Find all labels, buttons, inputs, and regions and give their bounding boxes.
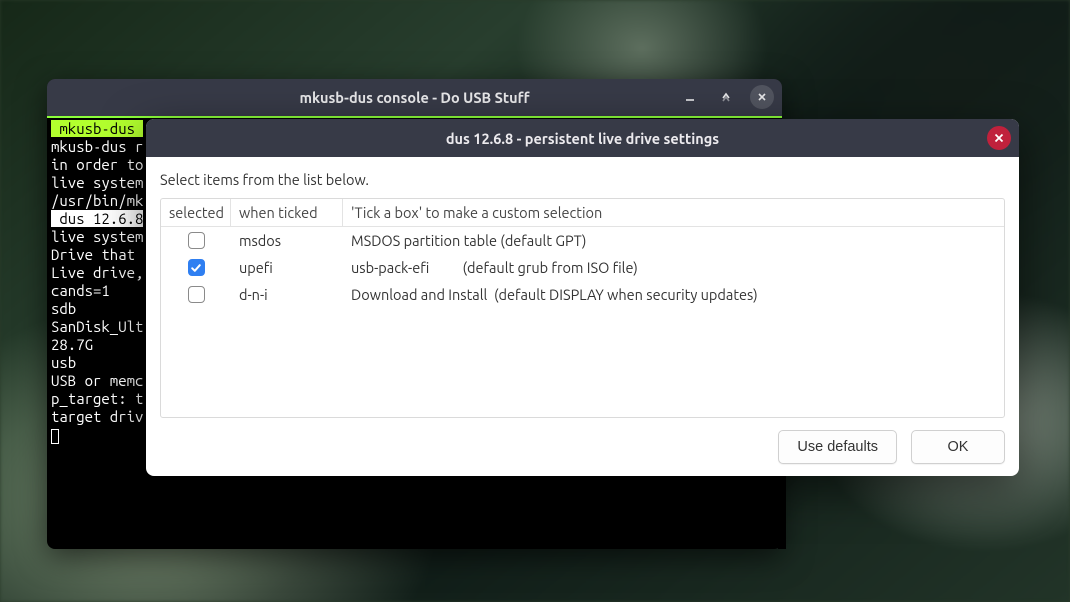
dialog-titlebar[interactable]: dus 12.6.8 - persistent live drive setti… bbox=[146, 119, 1019, 157]
row-when: msdos bbox=[231, 232, 343, 249]
terminal-cursor bbox=[51, 429, 59, 444]
terminal-line: Live drive, bbox=[51, 264, 143, 281]
settings-dialog: dus 12.6.8 - persistent live drive setti… bbox=[146, 119, 1019, 476]
list-header: selected when ticked 'Tick a box' to mak… bbox=[161, 199, 1004, 227]
terminal-line: live system bbox=[51, 174, 143, 191]
row-desc: usb-pack-efi (default grub from ISO file… bbox=[343, 259, 1004, 276]
row-when: d-n-i bbox=[231, 286, 343, 303]
dialog-title: dus 12.6.8 - persistent live drive setti… bbox=[446, 130, 719, 147]
close-button[interactable] bbox=[750, 85, 774, 109]
console-title: mkusb-dus console - Do USB Stuff bbox=[299, 89, 529, 106]
terminal-line: /usr/bin/mk bbox=[51, 192, 143, 209]
list-row-dni[interactable]: d-n-i Download and Install (default DISP… bbox=[161, 281, 1004, 308]
terminal-line: mkusb-dus bbox=[51, 120, 143, 137]
terminal-line: in order to bbox=[51, 156, 143, 173]
terminal-line: p_target: t bbox=[51, 390, 143, 407]
dialog-body: Select items from the list below. select… bbox=[146, 157, 1019, 476]
scrollbar[interactable] bbox=[778, 469, 786, 549]
terminal-line: 28.7G bbox=[51, 336, 93, 353]
checkbox-dni[interactable] bbox=[188, 286, 205, 303]
console-window-controls bbox=[678, 85, 774, 109]
terminal-line: usb bbox=[51, 354, 76, 371]
console-titlebar[interactable]: mkusb-dus console - Do USB Stuff bbox=[47, 79, 782, 116]
checkbox-msdos[interactable] bbox=[188, 232, 205, 249]
ok-button[interactable]: OK bbox=[911, 430, 1005, 464]
checkbox-upefi[interactable] bbox=[188, 259, 205, 276]
header-when[interactable]: when ticked bbox=[231, 199, 343, 226]
header-desc[interactable]: 'Tick a box' to make a custom selection bbox=[343, 199, 1004, 226]
terminal-line: SanDisk_Ult bbox=[51, 318, 143, 335]
terminal-line: Drive that bbox=[51, 246, 143, 263]
instruction-text: Select items from the list below. bbox=[160, 171, 1005, 188]
row-desc: Download and Install (default DISPLAY wh… bbox=[343, 286, 1004, 303]
minimize-button[interactable] bbox=[678, 85, 702, 109]
list-row-msdos[interactable]: msdos MSDOS partition table (default GPT… bbox=[161, 227, 1004, 254]
terminal-line: live system bbox=[51, 228, 143, 245]
terminal-line: dus 12.6.8 bbox=[51, 210, 143, 227]
row-when: upefi bbox=[231, 259, 343, 276]
use-defaults-button[interactable]: Use defaults bbox=[778, 430, 897, 464]
row-desc: MSDOS partition table (default GPT) bbox=[343, 232, 1004, 249]
dialog-buttons: Use defaults OK bbox=[160, 430, 1005, 464]
list-row-upefi[interactable]: upefi usb-pack-efi (default grub from IS… bbox=[161, 254, 1004, 281]
terminal-line: target driv bbox=[51, 408, 143, 425]
terminal-line: USB or memc bbox=[51, 372, 143, 389]
terminal-line: cands=1 bbox=[51, 282, 110, 299]
close-button[interactable] bbox=[987, 126, 1011, 150]
terminal-line: mkusb-dus r bbox=[51, 138, 143, 155]
options-list: selected when ticked 'Tick a box' to mak… bbox=[160, 198, 1005, 418]
terminal-line: sdb bbox=[51, 300, 76, 317]
header-selected[interactable]: selected bbox=[161, 199, 231, 226]
maximize-button[interactable] bbox=[714, 85, 738, 109]
